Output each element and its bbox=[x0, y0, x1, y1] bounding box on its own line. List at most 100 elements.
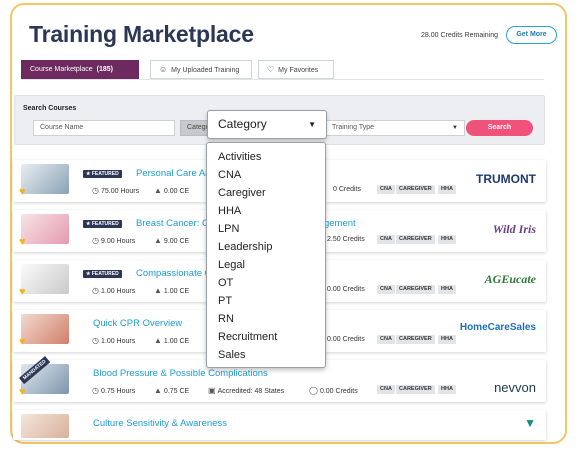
course-credits: 0 Credits bbox=[333, 186, 362, 193]
graduation-cap-icon: ▲ bbox=[154, 186, 162, 195]
credits-remaining: 28.00 Credits Remaining bbox=[421, 32, 499, 39]
category-option[interactable]: Leadership bbox=[207, 238, 325, 256]
clock-icon: ◷ bbox=[92, 236, 99, 245]
course-thumbnail bbox=[21, 314, 69, 344]
certificate-icon: ▣ bbox=[208, 386, 216, 395]
course-title[interactable]: Quick CPR Overview bbox=[93, 318, 182, 329]
graduation-cap-icon: ▲ bbox=[154, 336, 162, 345]
get-more-button[interactable]: Get More bbox=[506, 26, 557, 44]
category-option[interactable]: Legal bbox=[207, 256, 325, 274]
category-dropdown-value: Category bbox=[218, 117, 267, 131]
search-button[interactable]: Search bbox=[466, 120, 533, 136]
course-accredited: ▣ Accredited: 48 States bbox=[208, 386, 285, 395]
dollar-icon: ◯ bbox=[309, 386, 318, 395]
graduation-cap-icon: ▲ bbox=[154, 386, 162, 395]
tag-caregiver: CAREGIVER bbox=[396, 185, 435, 194]
tag-caregiver: CAREGIVER bbox=[396, 335, 435, 344]
category-options: Activities CNA Caregiver HHA LPN Leaders… bbox=[206, 142, 326, 368]
training-type-placeholder: Training Type bbox=[332, 124, 375, 131]
category-option[interactable]: OT bbox=[207, 274, 325, 292]
course-hours: ◷ 1.00 Hours bbox=[92, 336, 136, 345]
heart-outline-icon: ♡ bbox=[267, 65, 275, 74]
course-credits: ◯ 0.00 Credits bbox=[309, 386, 358, 395]
course-credits: 0.00 Credits bbox=[327, 336, 365, 343]
search-label: Search Courses bbox=[23, 105, 77, 112]
vendor-logo: HomeCareSales bbox=[459, 322, 536, 333]
tag-cna: CNA bbox=[377, 335, 395, 344]
category-option[interactable]: PT bbox=[207, 292, 325, 310]
clock-icon: ◷ bbox=[92, 186, 99, 195]
favorite-heart-icon[interactable]: ♥ bbox=[19, 386, 26, 398]
page-title: Training Marketplace bbox=[29, 21, 254, 47]
favorite-heart-icon[interactable]: ♥ bbox=[19, 186, 26, 198]
course-ce: ▲ 0.75 CE bbox=[154, 386, 190, 395]
favorite-heart-icon[interactable]: ♥ bbox=[19, 236, 26, 248]
favorite-heart-icon[interactable]: ♥ bbox=[19, 336, 26, 348]
course-ce: ▲ 9.00 CE bbox=[154, 236, 190, 245]
course-thumbnail bbox=[21, 264, 69, 294]
chevron-down-icon: ▼ bbox=[452, 125, 458, 131]
featured-badge: ★ FEATURED bbox=[83, 170, 122, 178]
course-thumbnail bbox=[21, 214, 69, 244]
course-credits: 2.50 Credits bbox=[327, 236, 365, 243]
clock-icon: ◷ bbox=[92, 386, 99, 395]
favorite-heart-icon[interactable]: ♥ bbox=[19, 286, 26, 298]
category-option[interactable]: CNA bbox=[207, 166, 325, 184]
tab-course-marketplace[interactable]: Course Marketplace (185) bbox=[21, 60, 139, 79]
tab-label: My Uploaded Training bbox=[171, 67, 240, 74]
category-option[interactable]: LPN bbox=[207, 220, 325, 238]
clock-icon: ◷ bbox=[92, 286, 99, 295]
tab-my-favorites[interactable]: ♡ My Favorites bbox=[258, 60, 334, 79]
category-option[interactable]: RN bbox=[207, 310, 325, 328]
tag-cna: CNA bbox=[377, 185, 395, 194]
course-thumbnail bbox=[21, 414, 69, 438]
training-type-select[interactable]: Training Type ▼ bbox=[325, 120, 465, 136]
category-option[interactable]: HHA bbox=[207, 202, 325, 220]
tab-count: (185) bbox=[96, 66, 113, 73]
course-row[interactable]: Culture Sensitivity & Awareness ▼ bbox=[13, 410, 546, 440]
course-thumbnail bbox=[21, 164, 69, 194]
course-hours: ◷ 0.75 Hours bbox=[92, 386, 136, 395]
tab-divider bbox=[21, 79, 544, 80]
caret-down-icon: ▼ bbox=[308, 120, 316, 129]
tag-caregiver: CAREGIVER bbox=[396, 385, 435, 394]
vendor-logo: AGEucate bbox=[484, 272, 536, 286]
tab-my-uploaded-training[interactable]: ☺ My Uploaded Training bbox=[150, 60, 252, 79]
graduation-cap-icon: ▲ bbox=[154, 236, 162, 245]
featured-badge: ★ FEATURED bbox=[83, 270, 122, 278]
tab-label: Course Marketplace bbox=[30, 66, 93, 73]
featured-badge: ★ FEATURED bbox=[83, 220, 122, 228]
tag-hha: HHA bbox=[438, 285, 456, 294]
tag-hha: HHA bbox=[438, 235, 456, 244]
course-title[interactable]: Blood Pressure & Possible Complications bbox=[93, 368, 268, 379]
category-option[interactable]: Recruitment bbox=[207, 328, 325, 346]
vendor-logo: TRUMONT bbox=[476, 172, 536, 186]
vendor-logo: nevvon bbox=[494, 380, 536, 395]
course-title[interactable]: Culture Sensitivity & Awareness bbox=[93, 418, 227, 429]
category-option[interactable]: Caregiver bbox=[207, 184, 325, 202]
course-credits: 0.00 Credits bbox=[327, 286, 365, 293]
graduation-cap-icon: ▲ bbox=[154, 286, 162, 295]
tag-cna: CNA bbox=[377, 385, 395, 394]
tag-caregiver: CAREGIVER bbox=[396, 235, 435, 244]
category-option[interactable]: Sales bbox=[207, 346, 325, 364]
course-ce: ▲ 0.00 CE bbox=[154, 186, 190, 195]
people-icon: ☺ bbox=[159, 65, 168, 74]
tag-cna: CNA bbox=[377, 285, 395, 294]
category-dropdown[interactable]: Category ▼ bbox=[207, 110, 327, 139]
course-hours: ◷ 9.00 Hours bbox=[92, 236, 136, 245]
vendor-logo: ▼ bbox=[524, 416, 536, 430]
category-option[interactable]: Activities bbox=[207, 148, 325, 166]
clock-icon: ◷ bbox=[92, 336, 99, 345]
course-name-input[interactable]: Course Name bbox=[33, 120, 175, 136]
course-hours: ◷ 1.00 Hours bbox=[92, 286, 136, 295]
vendor-logo: Wild Iris bbox=[492, 222, 536, 236]
tab-label: My Favorites bbox=[278, 67, 319, 74]
tag-hha: HHA bbox=[438, 335, 456, 344]
tag-cna: CNA bbox=[377, 235, 395, 244]
course-ce: ▲ 1.00 CE bbox=[154, 336, 190, 345]
course-hours: ◷ 75.00 Hours bbox=[92, 186, 140, 195]
tag-hha: HHA bbox=[438, 185, 456, 194]
tag-caregiver: CAREGIVER bbox=[396, 285, 435, 294]
course-ce: ▲ 1.00 CE bbox=[154, 286, 190, 295]
